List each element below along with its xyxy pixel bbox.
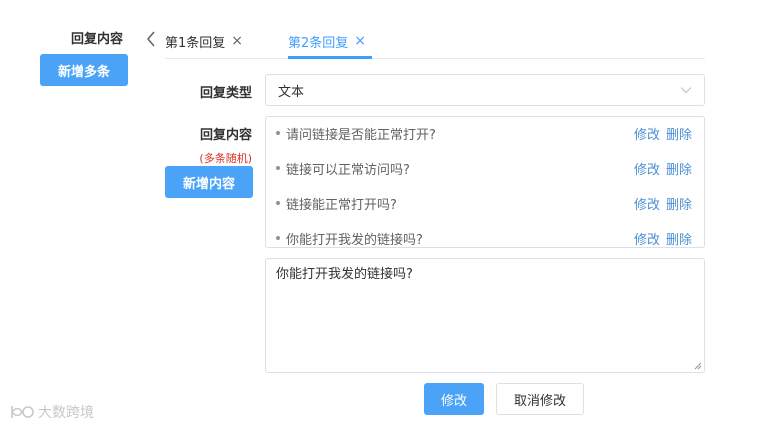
edit-link[interactable]: 修改	[634, 229, 660, 248]
resize-handle-icon[interactable]	[694, 362, 702, 370]
delete-link[interactable]: 删除	[666, 194, 692, 213]
cancel-button[interactable]: 取消修改	[496, 383, 584, 415]
logo-icon	[11, 406, 34, 418]
chevron-left-icon[interactable]	[145, 30, 157, 48]
item-text: 链接能正常打开吗?	[286, 197, 397, 213]
reply-content-label: 回复内容	[199, 128, 252, 143]
item-text: 请问链接是否能正常打开?	[286, 127, 436, 143]
edit-link[interactable]: 修改	[634, 124, 660, 143]
close-icon[interactable]: ×	[354, 34, 366, 48]
item-text: 你能打开我发的链接吗?	[286, 232, 423, 248]
delete-link[interactable]: 删除	[666, 159, 692, 178]
editor-text: 你能打开我发的链接吗?	[276, 267, 413, 282]
tabs-divider	[165, 58, 705, 59]
add-multi-button[interactable]: 新增多条	[40, 54, 128, 86]
reply-type-label: 回复类型	[199, 86, 252, 101]
tab-label: 第2条回复	[288, 36, 349, 51]
delete-link[interactable]: 删除	[666, 124, 692, 143]
tab-active-indicator	[288, 56, 372, 59]
multi-random-note: (多条随机)	[199, 152, 252, 165]
tab-label: 第1条回复	[165, 36, 226, 51]
watermark-text: 大数跨境	[38, 405, 94, 421]
add-content-button[interactable]: 新增内容	[165, 166, 253, 198]
bullet-icon	[276, 236, 280, 240]
bullet-icon	[276, 201, 280, 205]
edit-link[interactable]: 修改	[634, 159, 660, 178]
chevron-down-icon	[680, 87, 692, 94]
delete-link[interactable]: 删除	[666, 229, 692, 248]
tab-reply-2[interactable]: 第2条回复 ×	[288, 32, 366, 51]
item-text: 链接可以正常访问吗?	[286, 162, 410, 178]
list-item: 请问链接是否能正常打开? 修改 删除	[266, 123, 704, 143]
edit-link[interactable]: 修改	[634, 194, 660, 213]
section-label: 回复内容	[71, 32, 124, 47]
list-item: 你能打开我发的链接吗? 修改 删除	[266, 228, 704, 248]
reply-type-select[interactable]: 文本	[265, 74, 705, 106]
list-item: 链接能正常打开吗? 修改 删除	[266, 193, 704, 213]
save-button[interactable]: 修改	[424, 383, 484, 415]
close-icon[interactable]: ×	[231, 34, 243, 48]
reply-type-value: 文本	[278, 84, 305, 100]
watermark: 大数跨境	[8, 402, 94, 422]
reply-editor-textarea[interactable]: 你能打开我发的链接吗?	[265, 258, 705, 373]
tab-reply-1[interactable]: 第1条回复 ×	[165, 32, 243, 51]
reply-content-list[interactable]: 请问链接是否能正常打开? 修改 删除 链接可以正常访问吗? 修改 删除 链接能正…	[265, 116, 705, 248]
bullet-icon	[276, 166, 280, 170]
bullet-icon	[276, 131, 280, 135]
list-item: 链接可以正常访问吗? 修改 删除	[266, 158, 704, 178]
